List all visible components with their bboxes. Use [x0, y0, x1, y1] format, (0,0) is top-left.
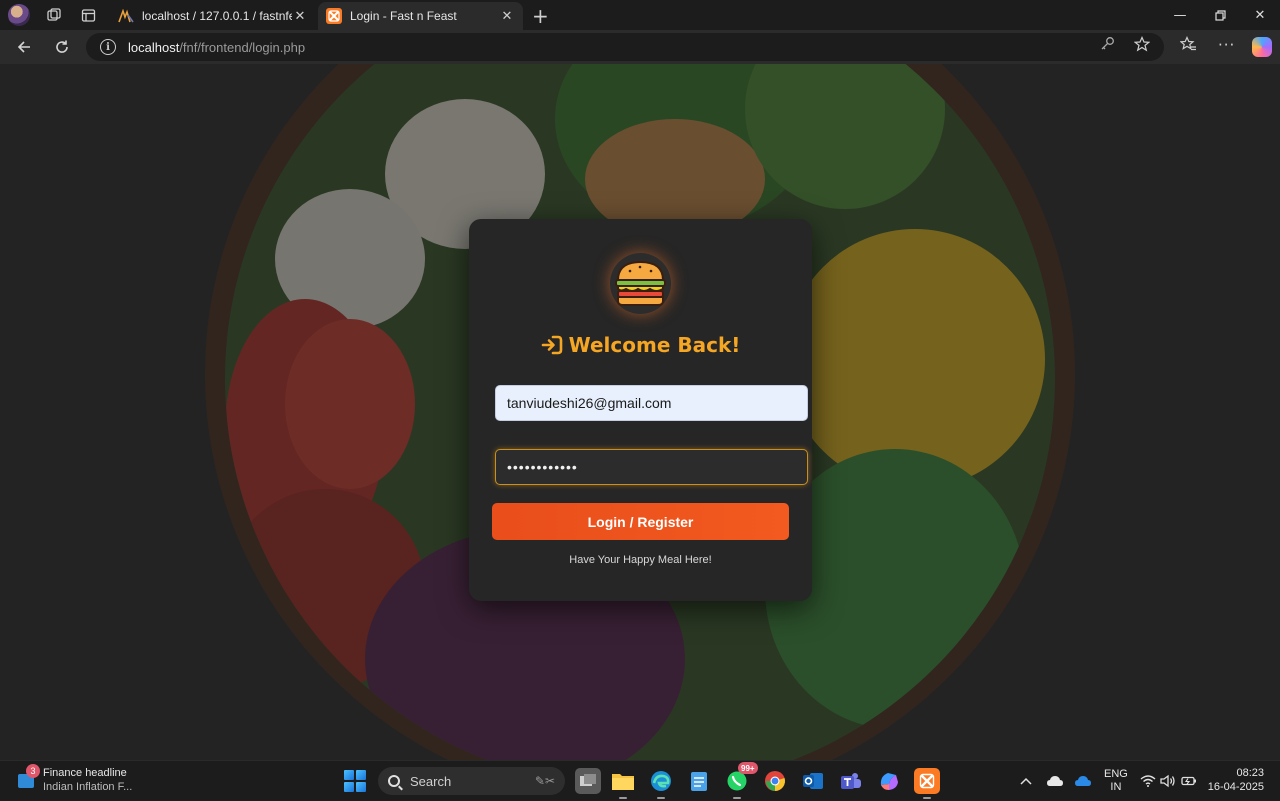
- finance-news-icon: 3: [16, 764, 40, 790]
- login-card: Welcome Back! tanviudeshi26@gmail.com ••…: [469, 219, 812, 601]
- copilot-icon[interactable]: [1252, 37, 1272, 57]
- window-controls: — ✕: [1160, 0, 1280, 30]
- password-value: ••••••••••••: [507, 459, 578, 475]
- minimize-icon[interactable]: —: [1160, 0, 1200, 30]
- whatsapp-badge: 99+: [738, 762, 758, 774]
- burger-icon: [615, 260, 666, 306]
- clock-date: 16-04-2025: [1207, 781, 1264, 793]
- outlook-icon[interactable]: [800, 768, 826, 794]
- news-title: Finance headline: [43, 767, 127, 779]
- welcome-heading-text: Welcome Back!: [568, 333, 741, 357]
- tab-title: Login - Fast n Feast: [350, 9, 457, 23]
- restore-icon[interactable]: [1200, 0, 1240, 30]
- email-field[interactable]: tanviudeshi26@gmail.com: [495, 385, 808, 421]
- phpmyadmin-icon: [118, 8, 134, 24]
- taskbar-search[interactable]: Search ✎✂: [378, 767, 565, 795]
- welcome-heading: Welcome Back!: [469, 333, 812, 357]
- sign-in-icon: [541, 335, 562, 355]
- news-widget[interactable]: 3 Finance headline Indian Inflation F...: [16, 764, 133, 794]
- tab-phpmyadmin[interactable]: localhost / 127.0.0.1 / fastnfeast | ✕: [110, 2, 316, 30]
- wifi-icon[interactable]: [1140, 761, 1156, 801]
- search-label: Search: [410, 773, 452, 789]
- xampp-control-icon[interactable]: [914, 768, 940, 799]
- edge-icon[interactable]: [648, 768, 674, 799]
- refresh-icon[interactable]: [50, 35, 74, 59]
- windows-start-icon[interactable]: [344, 770, 366, 792]
- password-key-icon[interactable]: [1100, 36, 1115, 55]
- browser-titlebar: localhost / 127.0.0.1 / fastnfeast | ✕ L…: [0, 0, 1280, 30]
- tab-actions-icon[interactable]: [78, 5, 98, 25]
- favorites-icon[interactable]: [1179, 36, 1197, 56]
- system-clock[interactable]: 08:23 16-04-2025: [1206, 766, 1264, 794]
- news-subtitle: Indian Inflation F...: [43, 781, 133, 793]
- chrome-icon[interactable]: [762, 768, 788, 794]
- microsoft-365-icon[interactable]: [876, 768, 902, 794]
- weather-cloud-icon[interactable]: [1046, 761, 1064, 801]
- tab-title: localhost / 127.0.0.1 / fastnfeast |: [142, 9, 292, 23]
- tagline: Have Your Happy Meal Here!: [569, 554, 712, 566]
- login-register-button[interactable]: Login / Register: [492, 503, 789, 540]
- whatsapp-icon[interactable]: 99+: [724, 762, 758, 799]
- login-page: Welcome Back! tanviudeshi26@gmail.com ••…: [0, 64, 1280, 760]
- input-language[interactable]: ENG IN: [1104, 768, 1128, 794]
- address-url: localhost/fnf/frontend/login.php: [128, 40, 305, 55]
- site-info-icon[interactable]: i: [100, 39, 116, 55]
- show-hidden-icons[interactable]: [1020, 761, 1032, 801]
- url-path: /fnf/frontend/login.php: [179, 39, 306, 55]
- battery-icon[interactable]: [1181, 761, 1197, 801]
- password-field[interactable]: ••••••••••••: [495, 449, 808, 485]
- file-explorer-icon[interactable]: [610, 768, 636, 799]
- url-host: localhost: [128, 39, 180, 55]
- email-value: tanviudeshi26@gmail.com: [507, 395, 672, 411]
- workspaces-icon[interactable]: [44, 5, 64, 25]
- tab-login[interactable]: Login - Fast n Feast ✕: [318, 2, 523, 30]
- more-options-icon[interactable]: ···: [1218, 36, 1235, 54]
- volume-icon[interactable]: [1160, 761, 1176, 801]
- close-tab-icon[interactable]: ✕: [292, 8, 308, 24]
- burger-logo: [610, 253, 671, 314]
- clock-time: 08:23: [1236, 767, 1264, 779]
- task-view-icon[interactable]: [575, 768, 601, 794]
- teams-icon[interactable]: [838, 768, 864, 794]
- close-tab-icon[interactable]: ✕: [499, 8, 515, 24]
- new-tab-icon[interactable]: +: [532, 4, 549, 28]
- profile-avatar[interactable]: [8, 4, 30, 26]
- xampp-icon: [326, 8, 342, 24]
- lang-code: ENG: [1104, 768, 1128, 780]
- close-window-icon[interactable]: ✕: [1240, 0, 1280, 30]
- windows-taskbar: 3 Finance headline Indian Inflation F...…: [0, 760, 1280, 800]
- favorite-star-icon[interactable]: [1133, 36, 1151, 56]
- onedrive-icon[interactable]: [1074, 761, 1092, 801]
- search-icon: [388, 775, 400, 787]
- notepad-icon[interactable]: [686, 768, 712, 794]
- region-code: IN: [1110, 781, 1122, 793]
- browser-toolbar: i localhost/fnf/frontend/login.php ···: [0, 30, 1280, 64]
- back-icon[interactable]: [12, 35, 36, 59]
- search-highlight-icon: ✎✂: [534, 774, 555, 788]
- news-badge: 3: [26, 764, 40, 778]
- address-bar[interactable]: i localhost/fnf/frontend/login.php: [86, 33, 1164, 61]
